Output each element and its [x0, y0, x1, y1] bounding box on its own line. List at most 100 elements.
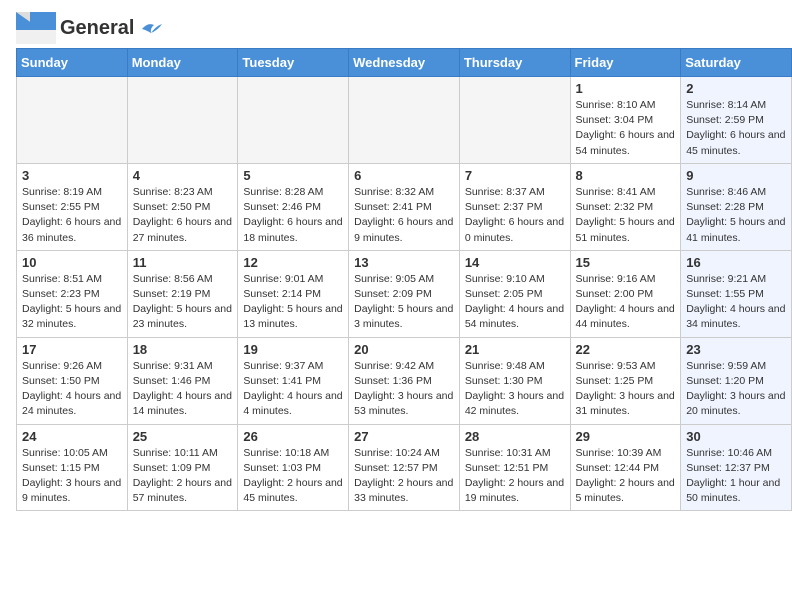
- logo: General: [16, 12, 162, 42]
- calendar-cell: 21 Sunrise: 9:48 AM Sunset: 1:30 PM Dayli…: [459, 337, 570, 424]
- calendar-cell: 1 Sunrise: 8:10 AM Sunset: 3:04 PM Daylig…: [570, 77, 681, 164]
- calendar-cell: 25Sunrise: 10:11 AM Sunset: 1:09 PM Dayl…: [127, 424, 238, 511]
- calendar-week-5: 24 Sunrise: 10:05 AM Sunset: 1:15 PM Dayl…: [17, 424, 792, 511]
- day-number: 1: [576, 81, 676, 96]
- day-info: Sunrise: 8:51 AM Sunset: 2:23 PM Dayligh…: [22, 272, 122, 333]
- weekday-header-monday: Monday: [127, 49, 238, 77]
- calendar-cell: 26 Sunrise: 10:18 AM Sunset: 1:03 PM Dayl…: [238, 424, 349, 511]
- day-info: Sunrise: 10:05 AM Sunset: 1:15 PM Daylig…: [22, 446, 122, 507]
- day-number: 27: [354, 429, 454, 444]
- day-number: 12: [243, 255, 343, 270]
- calendar-week-3: 10 Sunrise: 8:51 AM Sunset: 2:23 PM Dayli…: [17, 250, 792, 337]
- day-info: Sunrise: 9:05 AM Sunset: 2:09 PM Dayligh…: [354, 272, 454, 333]
- day-number: 10: [22, 255, 122, 270]
- day-info: Sunrise: 10:24 AM Sunset: 12:57 PM Dayli…: [354, 446, 454, 507]
- calendar-cell: 29 Sunrise: 10:39 AM Sunset: 12:44 PM Day…: [570, 424, 681, 511]
- day-number: 13: [354, 255, 454, 270]
- calendar-cell: 23Sunrise: 9:59 AM Sunset: 1:20 PM Dayli…: [681, 337, 792, 424]
- calendar-week-1: 1 Sunrise: 8:10 AM Sunset: 3:04 PM Daylig…: [17, 77, 792, 164]
- calendar-cell: 5 Sunrise: 8:28 AM Sunset: 2:46 PM Daylig…: [238, 163, 349, 250]
- page-container: General SundayMondayTuesdayWednesdayThur…: [0, 0, 792, 519]
- day-info: Sunrise: 9:26 AM Sunset: 1:50 PM Dayligh…: [22, 359, 122, 420]
- day-info: Sunrise: 9:53 AM Sunset: 1:25 PM Dayligh…: [576, 359, 676, 420]
- day-number: 4: [133, 168, 233, 183]
- calendar-cell: 4Sunrise: 8:23 AM Sunset: 2:50 PM Daylig…: [127, 163, 238, 250]
- calendar-cell: [459, 77, 570, 164]
- weekday-header-wednesday: Wednesday: [349, 49, 460, 77]
- day-number: 30: [686, 429, 786, 444]
- day-info: Sunrise: 8:14 AM Sunset: 2:59 PM Dayligh…: [686, 98, 786, 159]
- calendar-cell: 19 Sunrise: 9:37 AM Sunset: 1:41 PM Dayli…: [238, 337, 349, 424]
- calendar-week-2: 3 Sunrise: 8:19 AM Sunset: 2:55 PM Daylig…: [17, 163, 792, 250]
- day-info: Sunrise: 10:46 AM Sunset: 12:37 PM Dayli…: [686, 446, 786, 507]
- weekday-header-row: SundayMondayTuesdayWednesdayThursdayFrid…: [17, 49, 792, 77]
- day-info: Sunrise: 8:56 AM Sunset: 2:19 PM Dayligh…: [133, 272, 233, 333]
- calendar-cell: [238, 77, 349, 164]
- day-number: 3: [22, 168, 122, 183]
- day-info: Sunrise: 10:39 AM Sunset: 12:44 PM Dayli…: [576, 446, 676, 507]
- calendar-cell: 2 Sunrise: 8:14 AM Sunset: 2:59 PM Daylig…: [681, 77, 792, 164]
- calendar-cell: 13 Sunrise: 9:05 AM Sunset: 2:09 PM Dayli…: [349, 250, 460, 337]
- day-number: 26: [243, 429, 343, 444]
- day-info: Sunrise: 8:46 AM Sunset: 2:28 PM Dayligh…: [686, 185, 786, 246]
- day-info: Sunrise: 8:41 AM Sunset: 2:32 PM Dayligh…: [576, 185, 676, 246]
- calendar-cell: 12 Sunrise: 9:01 AM Sunset: 2:14 PM Dayli…: [238, 250, 349, 337]
- day-number: 6: [354, 168, 454, 183]
- day-info: Sunrise: 9:48 AM Sunset: 1:30 PM Dayligh…: [465, 359, 565, 420]
- day-info: Sunrise: 10:11 AM Sunset: 1:09 PM Daylig…: [133, 446, 233, 507]
- calendar-cell: 16 Sunrise: 9:21 AM Sunset: 1:55 PM Dayli…: [681, 250, 792, 337]
- calendar-cell: 7 Sunrise: 8:37 AM Sunset: 2:37 PM Daylig…: [459, 163, 570, 250]
- day-info: Sunrise: 8:28 AM Sunset: 2:46 PM Dayligh…: [243, 185, 343, 246]
- day-info: Sunrise: 9:01 AM Sunset: 2:14 PM Dayligh…: [243, 272, 343, 333]
- calendar-cell: 10 Sunrise: 8:51 AM Sunset: 2:23 PM Dayli…: [17, 250, 128, 337]
- day-number: 16: [686, 255, 786, 270]
- day-info: Sunrise: 8:10 AM Sunset: 3:04 PM Dayligh…: [576, 98, 676, 159]
- day-number: 18: [133, 342, 233, 357]
- day-number: 5: [243, 168, 343, 183]
- day-number: 2: [686, 81, 786, 96]
- calendar-cell: 28Sunrise: 10:31 AM Sunset: 12:51 PM Day…: [459, 424, 570, 511]
- day-number: 22: [576, 342, 676, 357]
- calendar-week-4: 17Sunrise: 9:26 AM Sunset: 1:50 PM Dayli…: [17, 337, 792, 424]
- day-number: 24: [22, 429, 122, 444]
- calendar-table: SundayMondayTuesdayWednesdayThursdayFrid…: [16, 48, 792, 511]
- day-info: Sunrise: 9:42 AM Sunset: 1:36 PM Dayligh…: [354, 359, 454, 420]
- calendar-cell: [349, 77, 460, 164]
- weekday-header-thursday: Thursday: [459, 49, 570, 77]
- day-number: 28: [465, 429, 565, 444]
- day-info: Sunrise: 9:10 AM Sunset: 2:05 PM Dayligh…: [465, 272, 565, 333]
- day-number: 11: [133, 255, 233, 270]
- calendar-cell: [127, 77, 238, 164]
- calendar-cell: 20 Sunrise: 9:42 AM Sunset: 1:36 PM Dayli…: [349, 337, 460, 424]
- calendar-cell: 27 Sunrise: 10:24 AM Sunset: 12:57 PM Day…: [349, 424, 460, 511]
- calendar-cell: 18 Sunrise: 9:31 AM Sunset: 1:46 PM Dayli…: [127, 337, 238, 424]
- calendar-cell: 22 Sunrise: 9:53 AM Sunset: 1:25 PM Dayli…: [570, 337, 681, 424]
- day-number: 8: [576, 168, 676, 183]
- weekday-header-friday: Friday: [570, 49, 681, 77]
- calendar-cell: 17Sunrise: 9:26 AM Sunset: 1:50 PM Dayli…: [17, 337, 128, 424]
- calendar-cell: 14Sunrise: 9:10 AM Sunset: 2:05 PM Dayli…: [459, 250, 570, 337]
- logo-icon: [16, 12, 56, 44]
- day-info: Sunrise: 8:37 AM Sunset: 2:37 PM Dayligh…: [465, 185, 565, 246]
- calendar-cell: 24 Sunrise: 10:05 AM Sunset: 1:15 PM Dayl…: [17, 424, 128, 511]
- header: General: [0, 0, 792, 48]
- day-number: 19: [243, 342, 343, 357]
- day-info: Sunrise: 8:32 AM Sunset: 2:41 PM Dayligh…: [354, 185, 454, 246]
- day-info: Sunrise: 9:31 AM Sunset: 1:46 PM Dayligh…: [133, 359, 233, 420]
- day-info: Sunrise: 8:19 AM Sunset: 2:55 PM Dayligh…: [22, 185, 122, 246]
- calendar-cell: 30 Sunrise: 10:46 AM Sunset: 12:37 PM Day…: [681, 424, 792, 511]
- weekday-header-saturday: Saturday: [681, 49, 792, 77]
- day-info: Sunrise: 9:21 AM Sunset: 1:55 PM Dayligh…: [686, 272, 786, 333]
- day-number: 29: [576, 429, 676, 444]
- day-number: 7: [465, 168, 565, 183]
- day-info: Sunrise: 10:18 AM Sunset: 1:03 PM Daylig…: [243, 446, 343, 507]
- calendar-cell: [17, 77, 128, 164]
- day-info: Sunrise: 9:37 AM Sunset: 1:41 PM Dayligh…: [243, 359, 343, 420]
- logo-bird: [140, 20, 162, 38]
- calendar-cell: 9Sunrise: 8:46 AM Sunset: 2:28 PM Daylig…: [681, 163, 792, 250]
- day-number: 21: [465, 342, 565, 357]
- day-info: Sunrise: 9:16 AM Sunset: 2:00 PM Dayligh…: [576, 272, 676, 333]
- calendar-cell: 3 Sunrise: 8:19 AM Sunset: 2:55 PM Daylig…: [17, 163, 128, 250]
- day-number: 20: [354, 342, 454, 357]
- day-info: Sunrise: 9:59 AM Sunset: 1:20 PM Dayligh…: [686, 359, 786, 420]
